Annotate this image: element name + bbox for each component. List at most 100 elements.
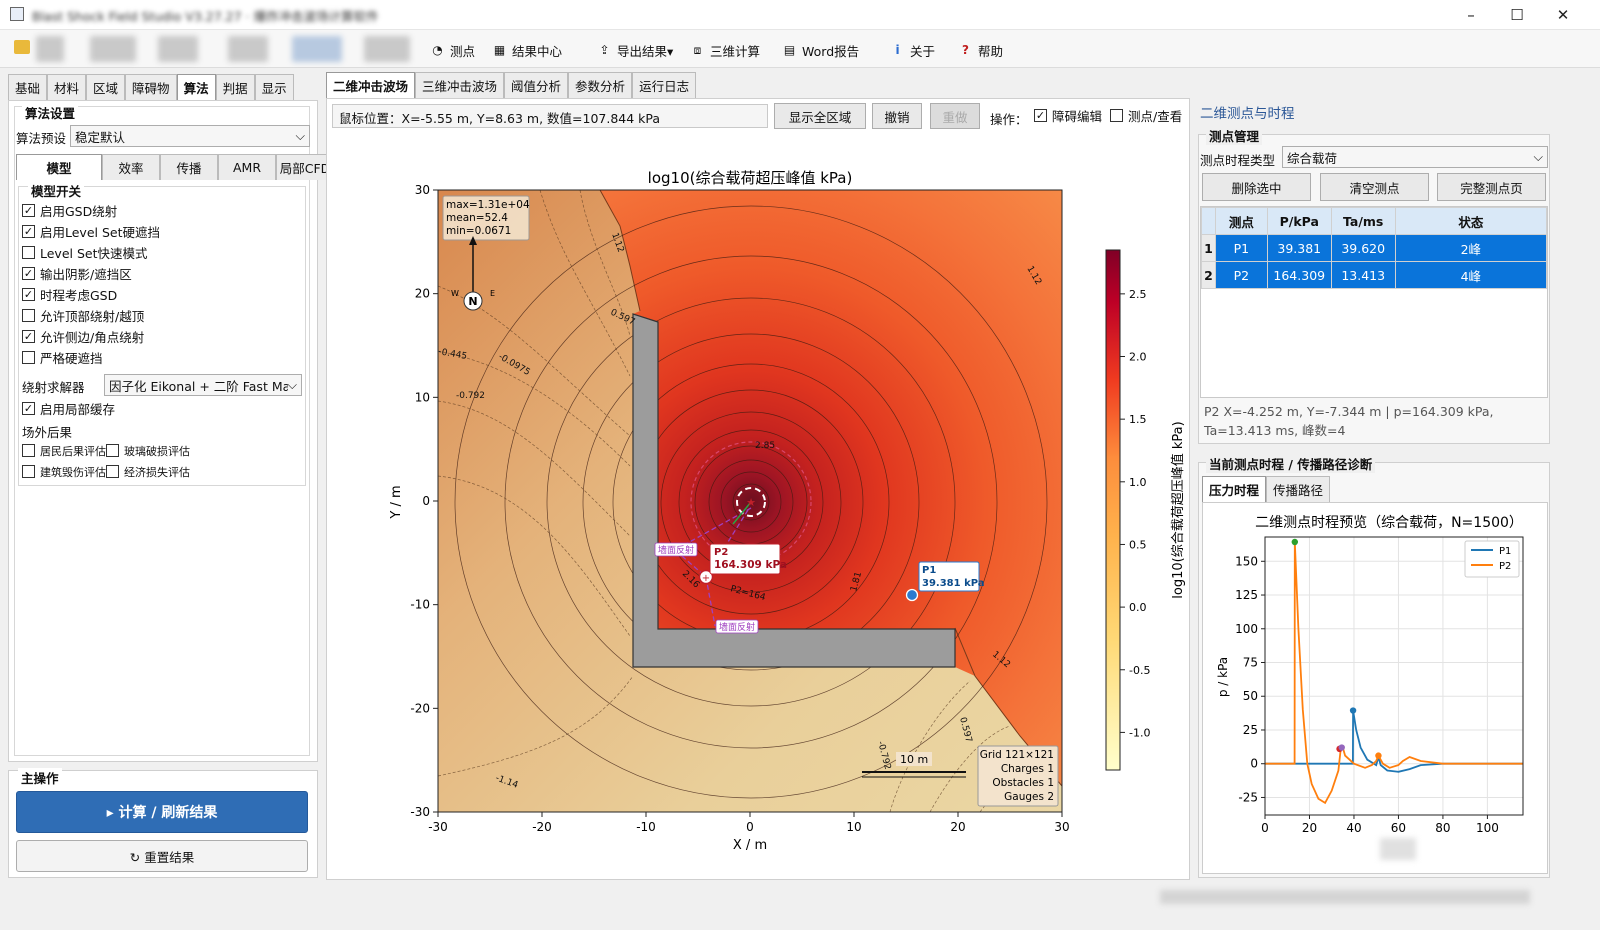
history-chart-area: 二维测点时程预览（综合载荷，N=1500） p / kPa 0 20 40 60 80 1… <box>1202 502 1548 874</box>
delete-selected-button[interactable]: 删除选中 <box>1202 173 1311 201</box>
model-switch-checkbox[interactable]: ✓ 输出阴影/遮挡区 <box>22 263 160 284</box>
algo-subtab-3[interactable]: AMR <box>218 154 276 180</box>
algo-subtab-2[interactable]: 传播 <box>160 154 218 180</box>
blurred-tool <box>158 36 198 62</box>
offsite-checkbox[interactable]: 居民后果评估 <box>22 440 106 461</box>
history-tab-1[interactable]: 传播路径 <box>1266 476 1331 502</box>
checkbox-label: 启用Level Set硬遮挡 <box>40 225 160 240</box>
model-switch-checkbox[interactable]: 允许顶部绕射/越顶 <box>22 305 160 326</box>
checkbox-box[interactable]: ✓ <box>22 330 35 343</box>
toolbar-button[interactable]: ? 帮助 <box>958 38 1003 62</box>
checkbox-box[interactable] <box>22 465 35 478</box>
table-header-cell[interactable] <box>1201 207 1216 235</box>
table-header-cell[interactable]: 测点 <box>1214 207 1268 235</box>
folder-icon[interactable] <box>14 40 30 54</box>
left-tab-5[interactable]: 判据 <box>215 74 255 100</box>
clear-gauges-button[interactable]: 清空测点 <box>1320 173 1429 201</box>
center-tab-3[interactable]: 参数分析 <box>568 72 633 98</box>
left-tab-1[interactable]: 材料 <box>47 74 87 100</box>
checkbox-box[interactable] <box>22 309 35 322</box>
legend-label: P2 <box>1499 561 1511 572</box>
model-switch-checkbox[interactable]: ✓ 允许侧边/角点绕射 <box>22 326 160 347</box>
y-tick-label: 0 <box>422 494 430 508</box>
center-tab-1[interactable]: 三维冲击波场 <box>415 72 505 98</box>
model-switch-checkbox[interactable]: 严格硬遮挡 <box>22 347 160 368</box>
table-row[interactable]: 1 P1 39.381 39.620 2峰 <box>1201 234 1548 262</box>
toolbar-button[interactable]: i 关于 <box>890 38 935 62</box>
gauge-p1-marker[interactable] <box>905 588 919 602</box>
y-tick-label: 10 <box>415 390 430 404</box>
algo-subtab-1[interactable]: 效率 <box>102 154 160 180</box>
toolbar-button[interactable]: ▦ 结果中心 <box>492 38 562 62</box>
history-tabs: 压力时程 传播路径 <box>1202 476 1331 502</box>
gauge-view-checkbox[interactable]: 测点/查看 <box>1110 105 1182 126</box>
field-plot-svg[interactable]: log10(综合载荷超压峰值 kPa) 1.121.120.597-0.445-… <box>330 136 1186 876</box>
y-tick-label: 30 <box>415 183 430 197</box>
title-bar: Blast Shock Field Studio V3.27.27 · 爆炸冲击… <box>0 0 1600 30</box>
model-switch-checkbox[interactable]: Level Set快速模式 <box>22 242 160 263</box>
colorbar-tick-label: -0.5 <box>1129 664 1150 677</box>
history-type-select[interactable]: 综合载荷 ⌵ <box>1282 146 1548 168</box>
show-all-button[interactable]: 显示全区域 <box>774 103 866 129</box>
checkbox-box[interactable] <box>22 444 35 457</box>
checkbox-label: 玻璃破损评估 <box>124 444 190 458</box>
offsite-checkbox[interactable]: 玻璃破损评估 <box>106 440 216 461</box>
checkbox-box[interactable]: ✓ <box>22 402 35 415</box>
checkbox-box[interactable] <box>106 465 119 478</box>
solver-select[interactable]: 因子化 Eikonal + 二阶 Fast Ma ⌵ <box>104 374 302 396</box>
obstacle-edit-label: 障碍编辑 <box>1052 109 1103 124</box>
table-row[interactable]: 2 P2 164.309 13.413 4峰 <box>1201 261 1548 289</box>
model-switch-checkbox[interactable]: ✓ 启用GSD绕射 <box>22 200 160 221</box>
offsite-checkbox[interactable]: 建筑毁伤评估 <box>22 461 106 482</box>
checkbox-box[interactable] <box>106 444 119 457</box>
checkbox-box[interactable] <box>1110 109 1123 122</box>
table-header-cell[interactable]: Ta/ms <box>1330 207 1396 235</box>
toolbar-button[interactable]: ⇪ 导出结果▾ <box>597 38 673 62</box>
obstacle-edit-checkbox[interactable]: ✓ 障碍编辑 <box>1034 105 1102 126</box>
minimize-button[interactable]: – <box>1448 0 1494 30</box>
checkbox-box[interactable]: ✓ <box>22 267 35 280</box>
undo-button[interactable]: 撤销 <box>872 103 922 129</box>
maximize-button[interactable]: ☐ <box>1494 0 1540 30</box>
cache-checkbox[interactable]: ✓ 启用局部缓存 <box>22 398 115 419</box>
center-tab-4[interactable]: 运行日志 <box>632 72 697 98</box>
checkbox-box[interactable]: ✓ <box>22 288 35 301</box>
center-tab-2[interactable]: 阈值分析 <box>504 72 569 98</box>
gauge-p1-value: 39.381 kPa <box>922 578 985 589</box>
checkbox-box[interactable] <box>22 246 35 259</box>
table-header-cell[interactable]: 状态 <box>1394 207 1548 235</box>
reset-button[interactable]: ↻ 重置结果 <box>16 840 308 872</box>
table-header-cell[interactable]: P/kPa <box>1266 207 1332 235</box>
table-cell: 4峰 <box>1394 261 1548 289</box>
chevron-down-icon: ⌵ <box>287 377 297 392</box>
toolbar-button[interactable]: ⧈ 三维计算 <box>690 38 760 62</box>
left-tab-0[interactable]: 基础 <box>8 74 48 100</box>
checkbox-box[interactable]: ✓ <box>22 225 35 238</box>
blurred-tool <box>90 36 136 62</box>
left-tab-6[interactable]: 显示 <box>254 74 294 100</box>
full-gauges-page-button[interactable]: 完整测点页 <box>1437 173 1546 201</box>
center-tab-0[interactable]: 二维冲击波场 <box>326 72 416 98</box>
field-plot-canvas[interactable]: log10(综合载荷超压峰值 kPa) 1.12 1.12 0.597 -0.445-… <box>330 136 1186 876</box>
left-tab-2[interactable]: 区域 <box>86 74 126 100</box>
left-tab-3[interactable]: 障碍物 <box>125 74 177 100</box>
offsite-checkbox[interactable]: 经济损失评估 <box>106 461 216 482</box>
compute-button[interactable]: ▸ 计算 / 刷新结果 <box>16 791 308 833</box>
model-switch-checkbox[interactable]: ✓ 时程考虑GSD <box>22 284 160 305</box>
model-switch-checkbox[interactable]: ✓ 启用Level Set硬遮挡 <box>22 221 160 242</box>
checkbox-box[interactable]: ✓ <box>1034 109 1047 122</box>
compass-n: N <box>468 295 477 308</box>
checkbox-box[interactable] <box>22 351 35 364</box>
toolbar-button[interactable]: ◔ 测点 <box>430 38 475 62</box>
time-history-chart[interactable]: 二维测点时程预览（综合载荷，N=1500） p / kPa 0 20 40 60 80 1… <box>1203 503 1549 875</box>
preset-select[interactable]: 稳定默认 ⌵ <box>70 125 310 147</box>
x-tick-label: 0 <box>1261 821 1269 835</box>
close-button[interactable]: ✕ <box>1540 0 1586 30</box>
checkbox-box[interactable]: ✓ <box>22 204 35 217</box>
algo-subtab-0[interactable]: 模型 <box>16 154 102 180</box>
charge-star-icon[interactable]: ★ <box>746 496 756 509</box>
history-tab-0[interactable]: 压力时程 <box>1202 476 1267 502</box>
redo-button[interactable]: 重做 <box>930 103 980 129</box>
left-tab-4[interactable]: 算法 <box>176 74 216 100</box>
toolbar-button[interactable]: ▤ Word报告 <box>782 38 859 62</box>
